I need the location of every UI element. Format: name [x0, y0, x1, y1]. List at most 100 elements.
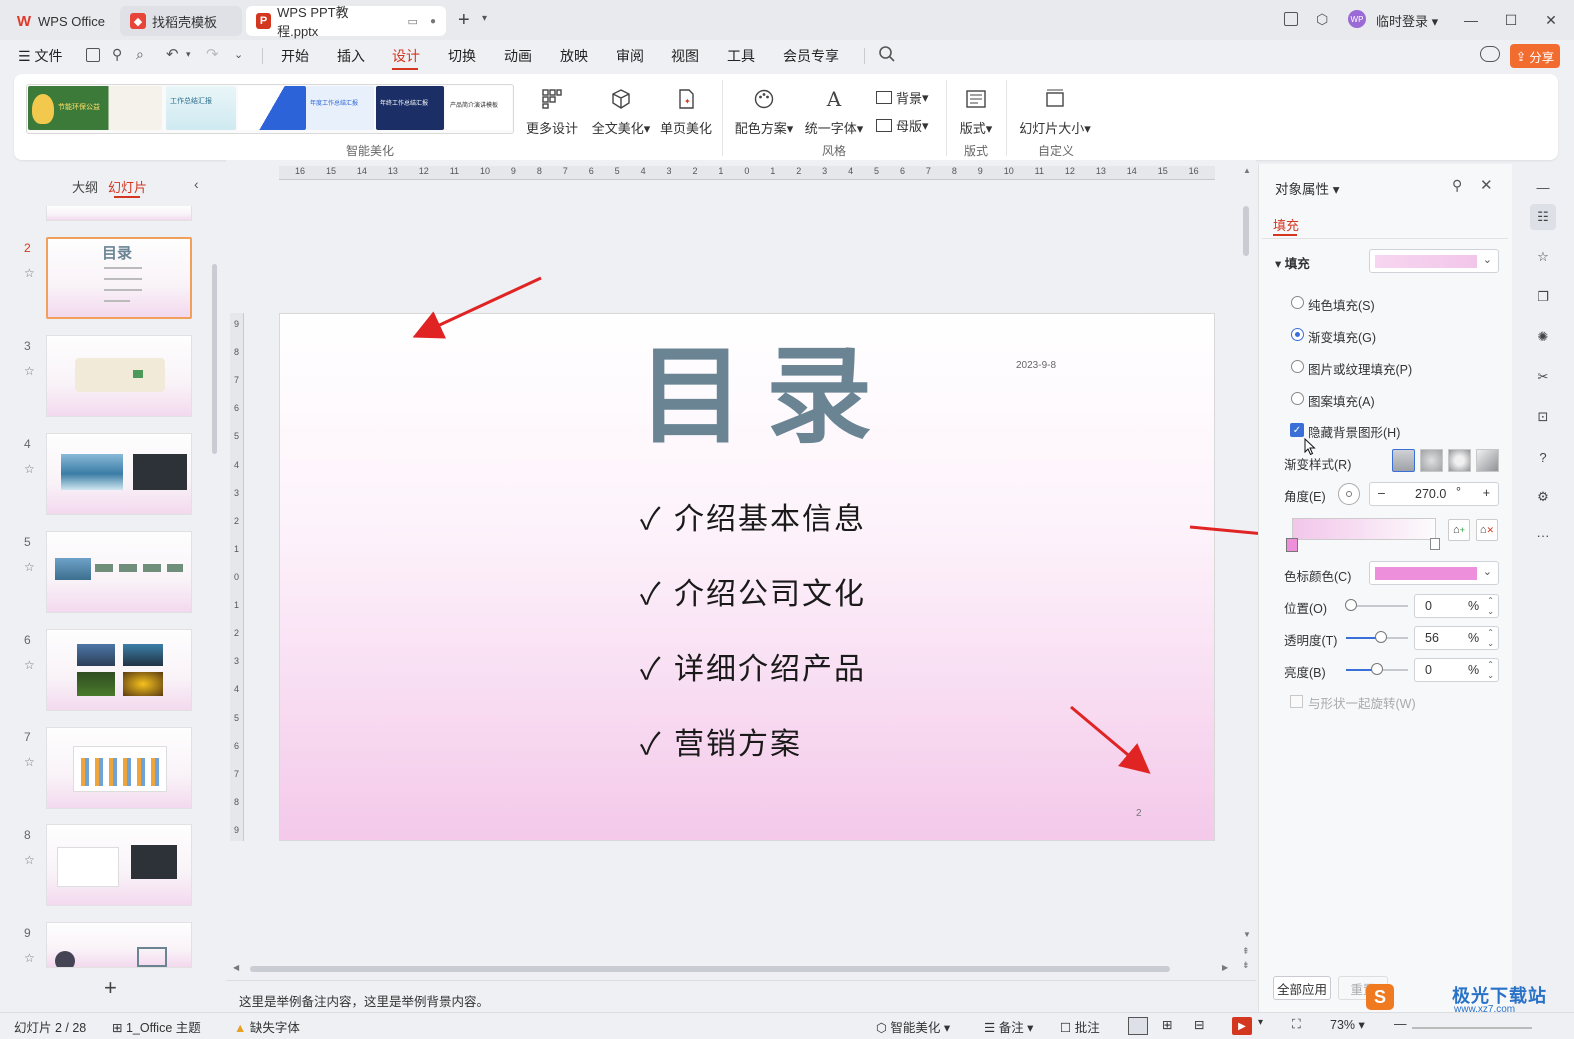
new-tab-button[interactable]: + — [458, 9, 470, 32]
zoom-out-button[interactable]: — — [1394, 1017, 1407, 1031]
scroll-up-icon[interactable]: ▲ — [1243, 166, 1251, 175]
menu-view[interactable]: 视图 — [671, 46, 699, 66]
menu-start[interactable]: 开始 — [281, 46, 309, 66]
transparency-input[interactable]: 56 % ⌃ ⌄ — [1414, 626, 1499, 650]
menu-review[interactable]: 审阅 — [616, 46, 644, 66]
theme-thumb-1[interactable]: 节能环保公益 — [28, 86, 162, 130]
menu-insert[interactable]: 插入 — [337, 46, 365, 66]
minus-icon[interactable]: — — [1530, 174, 1556, 200]
next-page-icon[interactable]: ⇟ — [1242, 960, 1250, 971]
close-panel-icon[interactable]: ✕ — [1480, 176, 1493, 194]
missing-font-button[interactable]: ▲ 缺失字体 — [234, 1017, 300, 1036]
theme-thumb-5[interactable]: 年终工作总结汇报 — [376, 86, 444, 130]
smart-beautify-button[interactable]: ⬡ 智能美化 ▾ — [876, 1017, 950, 1036]
gradient-style-rect[interactable] — [1448, 449, 1471, 472]
menu-slideshow[interactable]: 放映 — [560, 46, 588, 66]
menu-animation[interactable]: 动画 — [504, 46, 532, 66]
layout-button[interactable]: 版式▾ — [956, 86, 996, 137]
star-icon[interactable]: ☆ — [24, 853, 35, 867]
remove-stop-icon[interactable]: ⌂ ✕ — [1476, 519, 1498, 541]
menu-member[interactable]: 会员专享 — [783, 46, 839, 66]
share-link-icon[interactable]: ⚲ — [112, 46, 122, 63]
background-button[interactable]: 背景 ▾ — [876, 88, 929, 107]
tools-icon[interactable]: ✂ — [1530, 364, 1556, 390]
tab-template[interactable]: ◆ 找稻壳模板 — [120, 6, 242, 36]
add-stop-icon[interactable]: ⌂ + — [1448, 519, 1470, 541]
spinner-icon[interactable]: ⌃ ⌄ — [1487, 595, 1494, 617]
master-button[interactable]: 母版 ▾ — [876, 116, 929, 135]
stop-color-dropdown[interactable]: ⌄ — [1369, 561, 1499, 585]
fit-window-icon[interactable]: ⛶ — [1292, 1017, 1301, 1032]
theme-thumb-6[interactable]: 产品简介演讲模板 — [446, 86, 512, 130]
avatar[interactable]: WP — [1348, 10, 1366, 28]
star-icon[interactable]: ☆ — [1530, 244, 1556, 270]
angle-dial-icon[interactable] — [1338, 483, 1360, 505]
star-icon[interactable]: ☆ — [24, 560, 35, 574]
theme-thumb-4[interactable]: 年度工作总结汇报 — [306, 86, 374, 130]
theme-thumb-3[interactable] — [238, 86, 306, 130]
reading-view-icon[interactable]: ⊟ — [1194, 1017, 1204, 1032]
copy-icon[interactable]: ❐ — [1530, 284, 1556, 310]
bullet-item[interactable]: ✓ 详细介绍产品 — [640, 644, 866, 688]
brightness-slider-knob[interactable] — [1371, 663, 1383, 675]
slide-thumb-8[interactable] — [46, 824, 192, 906]
maximize-button[interactable]: ☐ — [1496, 8, 1526, 32]
apply-all-button[interactable]: 全部应用 — [1273, 976, 1331, 1000]
position-slider-knob[interactable] — [1345, 599, 1357, 611]
unify-font-button[interactable]: A 统一字体▾ — [804, 86, 864, 137]
screen-icon[interactable]: ▭ — [408, 15, 418, 28]
menu-tools[interactable]: 工具 — [727, 46, 755, 66]
theme-info[interactable]: ⊞ 1_Office 主题 — [112, 1017, 201, 1036]
star-icon[interactable]: ☆ — [24, 364, 35, 378]
cube-icon[interactable]: ⬡ — [1316, 11, 1328, 28]
tab-wps-office[interactable]: W WPS Office — [6, 6, 116, 36]
pattern-fill-radio[interactable] — [1291, 392, 1304, 405]
properties-icon[interactable]: ☷ — [1530, 204, 1556, 230]
panel-title[interactable]: 对象属性 ▾ — [1275, 178, 1340, 198]
gradient-stop-right[interactable] — [1430, 538, 1440, 550]
collapse-panel-icon[interactable]: ‹ — [194, 176, 199, 192]
notes-pane[interactable]: 这里是举例备注内容，这里是举例背景内容。 — [226, 980, 1256, 1012]
scroll-down-icon[interactable]: ▼ — [1243, 930, 1251, 939]
prev-page-icon[interactable]: ⇞ — [1242, 946, 1250, 957]
gradient-style-path[interactable] — [1476, 449, 1499, 472]
slide-thumb-9[interactable] — [46, 922, 192, 968]
gradient-stop-left[interactable] — [1286, 538, 1298, 552]
gradient-style-radial[interactable] — [1420, 449, 1443, 472]
help-icon[interactable]: ? — [1530, 444, 1556, 470]
add-slide-button[interactable]: + — [104, 975, 117, 1001]
play-dropdown-icon[interactable]: ▾ — [1258, 1017, 1263, 1028]
more-design-button[interactable]: 更多设计 — [526, 86, 578, 137]
picture-fill-radio[interactable] — [1291, 360, 1304, 373]
gradient-bar[interactable] — [1292, 518, 1436, 540]
slide-thumb-6[interactable] — [46, 629, 192, 711]
share-button[interactable]: ⇪ 分享 — [1510, 44, 1560, 68]
bullet-item[interactable]: ✓ 营销方案 — [640, 719, 802, 763]
fill-section-header[interactable]: ▾ 填充 — [1275, 253, 1310, 272]
slide-thumb-4[interactable] — [46, 433, 192, 515]
slide-thumb-3[interactable] — [46, 335, 192, 417]
menu-design[interactable]: 设计 — [392, 46, 420, 66]
star-icon[interactable]: ☆ — [24, 755, 35, 769]
position-input[interactable]: 0 % ⌃ ⌄ — [1414, 594, 1499, 618]
normal-view-icon[interactable] — [1128, 1017, 1148, 1035]
hide-bg-checkbox[interactable]: ✓ — [1290, 423, 1304, 437]
decrement-button[interactable]: – — [1378, 486, 1385, 500]
slide-thumb-2[interactable]: 目录 — [46, 237, 192, 319]
notes-button[interactable]: ☰ 备注 ▾ — [984, 1017, 1033, 1036]
star-icon[interactable]: ☆ — [24, 266, 35, 280]
color-scheme-button[interactable]: 配色方案▾ — [734, 86, 794, 137]
save-icon[interactable] — [86, 48, 100, 62]
solid-fill-radio[interactable] — [1291, 296, 1304, 309]
slide-page-number[interactable]: 2 — [1136, 808, 1142, 819]
star-icon[interactable]: ☆ — [24, 951, 35, 965]
quick-access-dropdown-icon[interactable]: ⌄ — [234, 48, 243, 61]
pin-icon[interactable]: ⚲ — [1452, 177, 1462, 194]
spinner-icon[interactable]: ⌃ ⌄ — [1487, 627, 1494, 649]
slide-thumb-1[interactable] — [46, 206, 192, 221]
scroll-right-icon[interactable]: ▶ — [1222, 963, 1228, 972]
file-menu[interactable]: ☰ 文件 — [18, 46, 62, 66]
shirt-icon[interactable]: ⚙ — [1530, 484, 1556, 510]
chevron-down-icon[interactable]: ▾ — [482, 13, 487, 24]
theme-thumb-2[interactable]: 工作总结汇报 — [166, 86, 236, 130]
